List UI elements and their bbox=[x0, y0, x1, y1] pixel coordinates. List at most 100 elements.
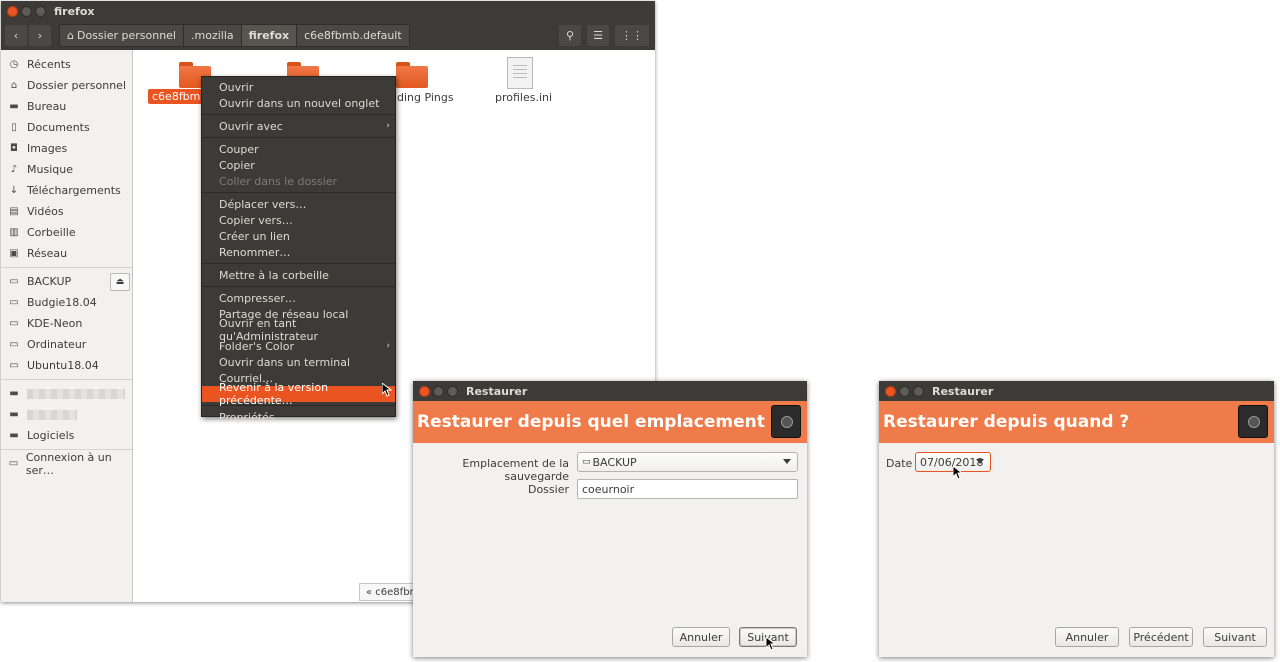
menu-item-ouvrir-avec[interactable]: Ouvrir avec › bbox=[202, 118, 395, 134]
menu-item-couper[interactable]: Couper bbox=[202, 141, 395, 157]
menu-item-copier[interactable]: Copier bbox=[202, 157, 395, 173]
close-dialog-button[interactable] bbox=[885, 385, 896, 397]
maximize-dialog-button[interactable] bbox=[913, 385, 924, 397]
chevron-right-icon: › bbox=[37, 29, 43, 42]
dialog-titlebar[interactable]: Restaurer bbox=[413, 381, 807, 401]
menu-item-ouvrir[interactable]: Ouvrir bbox=[202, 79, 395, 95]
menu-item-renommer[interactable]: Renommer… bbox=[202, 244, 395, 260]
minimize-window-button[interactable] bbox=[21, 5, 32, 17]
sidebar-item-connect-server[interactable]: ▭ Connexion à un ser… bbox=[1, 451, 132, 477]
menu-item-coller-dans-le-dossier: Coller dans le dossier bbox=[219, 174, 338, 188]
sidebar-item-label: Documents bbox=[27, 121, 90, 134]
sidebar-item-documents[interactable]: ▯ Documents bbox=[1, 117, 132, 138]
sidebar-item-label: Dossier personnel bbox=[27, 79, 127, 92]
menu-item-copier-vers[interactable]: Copier vers… bbox=[202, 212, 395, 228]
sidebar-device-budgie18-04[interactable]: ▭ Budgie18.04 bbox=[1, 292, 132, 313]
file-label-pending-pings[interactable]: ding Pings bbox=[397, 91, 454, 104]
sidebar-device-ubuntu18-04[interactable]: ▭ Ubuntu18.04 bbox=[1, 355, 132, 376]
dialog-title: Restaurer bbox=[932, 384, 994, 398]
menu-item-revenir-la-version-pr-c-dente[interactable]: Revenir à la version précédente… bbox=[202, 381, 395, 407]
back-button[interactable]: ‹ bbox=[5, 25, 27, 46]
document-icon[interactable] bbox=[507, 57, 533, 89]
menu-item-mettre-la-corbeille[interactable]: Mettre à la corbeille bbox=[202, 267, 395, 283]
dialog-titlebar[interactable]: Restaurer bbox=[879, 381, 1274, 401]
sidebar-item-label: Musique bbox=[27, 163, 73, 176]
folder-field[interactable] bbox=[577, 479, 798, 499]
sidebar-device-ordinateur[interactable]: ▭ Ordinateur bbox=[1, 334, 132, 355]
download-icon: ↓ bbox=[9, 185, 19, 196]
sidebar-item-label: Réseau bbox=[27, 247, 68, 260]
next-button[interactable]: Suivant bbox=[1203, 627, 1267, 647]
breadcrumb-profile[interactable]: c6e8fbmb.default bbox=[297, 25, 409, 46]
cancel-button[interactable]: Annuler bbox=[672, 627, 730, 647]
mouse-pointer-icon bbox=[766, 637, 776, 651]
maximize-window-button[interactable] bbox=[35, 5, 46, 17]
chevron-down-icon bbox=[783, 459, 791, 464]
menu-item-ouvrir-dans-un-terminal[interactable]: Ouvrir dans un terminal bbox=[202, 354, 395, 370]
network-icon: ▣ bbox=[9, 248, 19, 259]
list-view-button[interactable]: ☰ bbox=[587, 25, 609, 46]
maximize-dialog-button[interactable] bbox=[447, 385, 458, 397]
chevron-right-icon: › bbox=[386, 341, 390, 351]
previous-button[interactable]: Précédent bbox=[1129, 627, 1193, 647]
menu-separator bbox=[202, 263, 395, 264]
menu-item-d-placer-vers[interactable]: Déplacer vers… bbox=[202, 196, 395, 212]
titlebar[interactable]: firefox bbox=[1, 1, 655, 21]
drive-icon: ▭ bbox=[582, 457, 591, 467]
sidebar-item-label: KDE-Neon bbox=[27, 317, 83, 330]
dialog-heading: Restaurer depuis quand ? bbox=[883, 412, 1130, 432]
file-label-profiles-ini[interactable]: profiles.ini bbox=[495, 91, 552, 104]
close-window-button[interactable] bbox=[7, 5, 18, 17]
forward-button[interactable]: › bbox=[29, 25, 51, 46]
date-label: Date bbox=[886, 457, 913, 470]
location-combo[interactable]: ▭ BACKUP bbox=[577, 452, 798, 472]
menu-item-ouvrir-dans-un-nouvel-onglet[interactable]: Ouvrir dans un nouvel onglet bbox=[202, 95, 395, 111]
sidebar-device-backup[interactable]: ▭ BACKUP ⏏ bbox=[1, 271, 132, 292]
folder-label: Dossier bbox=[527, 483, 569, 496]
list-icon: ☰ bbox=[593, 29, 603, 42]
drive-icon: ▭ bbox=[9, 360, 19, 371]
breadcrumb-home[interactable]: ⌂ Dossier personnel bbox=[60, 25, 184, 46]
sidebar-item-dossier-personnel[interactable]: ⌂ Dossier personnel bbox=[1, 75, 132, 96]
sidebar-item-t-l-chargements[interactable]: ↓ Téléchargements bbox=[1, 180, 132, 201]
sidebar: ◷ Récents ⌂ Dossier personnel ▬ Bureau ▯ Docume… bbox=[1, 50, 133, 602]
sidebar-item-bureau[interactable]: ▬ Bureau bbox=[1, 96, 132, 117]
folder-icon[interactable] bbox=[396, 62, 428, 88]
menu-item-propri-t-s[interactable]: Propriétés bbox=[202, 409, 395, 425]
sidebar-item-label: Ubuntu18.04 bbox=[27, 359, 99, 372]
breadcrumb-mozilla[interactable]: .mozilla bbox=[184, 25, 242, 46]
folder-icon: ▬ bbox=[9, 388, 19, 399]
dialog-banner: Restaurer depuis quel emplacement ? bbox=[413, 401, 807, 443]
search-button[interactable]: ⚲ bbox=[559, 25, 581, 46]
chevron-down-icon bbox=[976, 459, 984, 464]
sidebar-item-label: Images bbox=[27, 142, 68, 155]
breadcrumb-firefox[interactable]: firefox bbox=[241, 25, 298, 46]
minimize-dialog-button[interactable] bbox=[433, 385, 444, 397]
trash-icon: ▥ bbox=[9, 227, 19, 238]
sidebar-item-r-cents[interactable]: ◷ Récents bbox=[1, 54, 132, 75]
close-dialog-button[interactable] bbox=[419, 385, 430, 397]
server-icon: ▭ bbox=[8, 458, 19, 469]
sidebar-item-musique[interactable]: ♪ Musique bbox=[1, 159, 132, 180]
sidebar-item-corbeille[interactable]: ▥ Corbeille bbox=[1, 222, 132, 243]
cancel-button[interactable]: Annuler bbox=[1055, 627, 1119, 647]
mouse-pointer-icon bbox=[382, 383, 392, 397]
sidebar-item-label: Budgie18.04 bbox=[27, 296, 97, 309]
menu-item-cr-er-un-lien[interactable]: Créer un lien bbox=[202, 228, 395, 244]
sidebar-item-hidden-2[interactable]: ▬ bbox=[1, 404, 132, 425]
minimize-dialog-button[interactable] bbox=[899, 385, 910, 397]
sidebar-item-images[interactable]: ◘ Images bbox=[1, 138, 132, 159]
drive-icon: ▭ bbox=[9, 339, 19, 350]
grid-view-button[interactable]: ⋮⋮ bbox=[615, 25, 649, 46]
sidebar-item-r-seau[interactable]: ▣ Réseau bbox=[1, 243, 132, 264]
safe-icon bbox=[1238, 405, 1268, 438]
menu-item-compresser[interactable]: Compresser… bbox=[202, 290, 395, 306]
eject-button[interactable]: ⏏ bbox=[110, 272, 130, 291]
menu-item-folder-s-color[interactable]: Folder's Color › bbox=[202, 338, 395, 354]
sidebar-item-logiciels[interactable]: ▬ Logiciels bbox=[1, 425, 132, 446]
sidebar-item-hidden-1[interactable]: ▬ bbox=[1, 383, 132, 404]
sidebar-device-kde-neon[interactable]: ▭ KDE-Neon bbox=[1, 313, 132, 334]
search-icon: ⚲ bbox=[565, 29, 575, 42]
menu-item-ouvrir-en-tant-qu-administrateur[interactable]: Ouvrir en tant qu'Administrateur bbox=[202, 317, 395, 343]
sidebar-item-vid-os[interactable]: ▤ Vidéos bbox=[1, 201, 132, 222]
